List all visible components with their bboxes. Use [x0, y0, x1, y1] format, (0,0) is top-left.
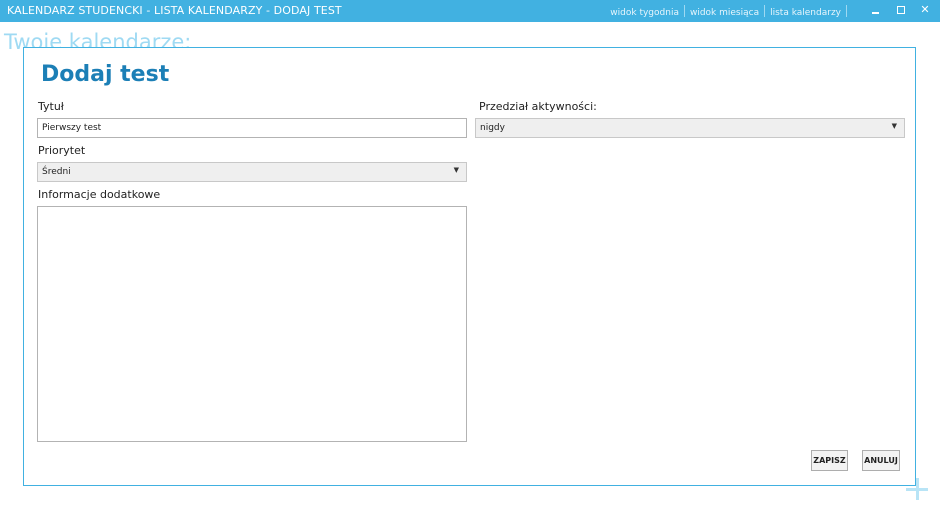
info-label: Informacje dodatkowe	[38, 188, 161, 201]
activity-range-value: nigdy	[480, 123, 505, 133]
activity-range-select[interactable]: nigdy ▼	[475, 118, 905, 138]
minimize-icon	[872, 12, 879, 14]
top-nav: widok tygodnia widok miesiąca lista kalend…	[610, 5, 852, 18]
window-title: KALENDARZ STUDENCKI - LISTA KALENDARZY -…	[7, 4, 342, 17]
save-button[interactable]: ZAPISZ	[811, 450, 848, 471]
dialog-title: Dodaj test	[41, 62, 170, 87]
close-button[interactable]: ✕	[917, 3, 933, 17]
title-label: Tytuł	[38, 100, 64, 113]
chevron-down-icon: ▼	[453, 166, 459, 174]
title-input-value: Pierwszy test	[42, 123, 102, 133]
priority-label: Priorytet	[38, 144, 86, 157]
minimize-button[interactable]	[868, 3, 884, 17]
maximize-button[interactable]	[893, 3, 909, 17]
priority-select[interactable]: Średni ▼	[37, 162, 467, 182]
nav-month-view[interactable]: widok miesiąca	[690, 8, 759, 18]
nav-calendar-list[interactable]: lista kalendarzy	[770, 8, 841, 18]
close-icon: ✕	[920, 3, 930, 16]
title-input[interactable]: Pierwszy test	[37, 118, 467, 138]
info-textarea[interactable]	[37, 206, 467, 442]
nav-divider	[683, 5, 685, 17]
title-bar: KALENDARZ STUDENCKI - LISTA KALENDARZY -…	[0, 0, 940, 22]
nav-divider	[764, 5, 766, 17]
add-test-dialog: Dodaj test Tytuł Pierwszy test Priorytet…	[23, 47, 916, 486]
cancel-button[interactable]: ANULUJ	[862, 450, 900, 471]
priority-value: Średni	[42, 167, 71, 177]
maximize-icon	[897, 6, 905, 14]
chevron-down-icon: ▼	[891, 122, 897, 130]
nav-week-view[interactable]: widok tygodnia	[610, 8, 679, 18]
activity-range-label: Przedział aktywności:	[479, 100, 597, 113]
nav-divider	[846, 5, 847, 17]
